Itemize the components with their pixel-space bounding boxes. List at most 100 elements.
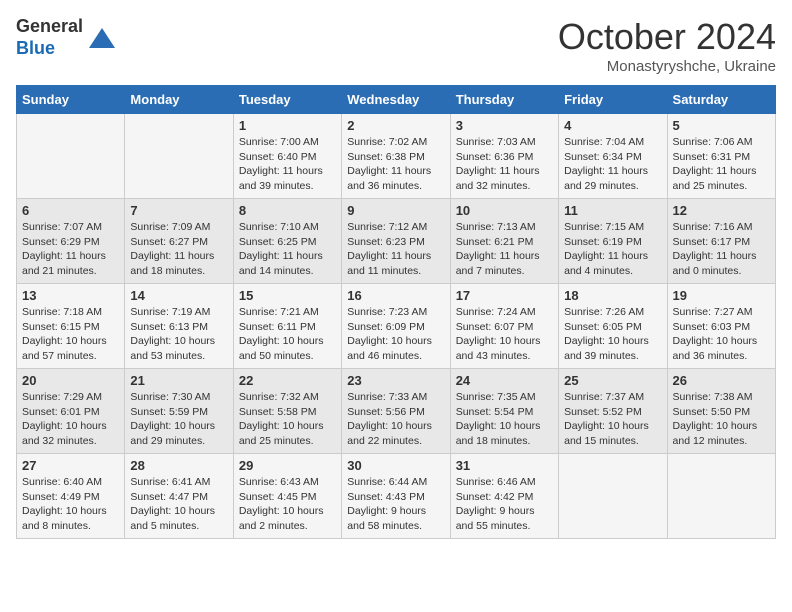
calendar-cell: 14 Sunrise: 7:19 AMSunset: 6:13 PMDayligh… [125, 284, 233, 369]
day-number: 20 [22, 373, 119, 388]
day-header-tuesday: Tuesday [233, 86, 341, 114]
day-info: Sunrise: 7:33 AMSunset: 5:56 PMDaylight:… [347, 390, 444, 449]
calendar-cell: 15 Sunrise: 7:21 AMSunset: 6:11 PMDayligh… [233, 284, 341, 369]
day-number: 1 [239, 118, 336, 133]
calendar-week-1: 1 Sunrise: 7:00 AMSunset: 6:40 PMDaylight… [17, 114, 776, 199]
day-info: Sunrise: 7:03 AMSunset: 6:36 PMDaylight:… [456, 135, 553, 194]
day-info: Sunrise: 7:16 AMSunset: 6:17 PMDaylight:… [673, 220, 770, 279]
calendar-cell: 5 Sunrise: 7:06 AMSunset: 6:31 PMDaylight… [667, 114, 775, 199]
day-number: 2 [347, 118, 444, 133]
day-number: 12 [673, 203, 770, 218]
day-info: Sunrise: 7:12 AMSunset: 6:23 PMDaylight:… [347, 220, 444, 279]
calendar-cell: 28Sunrise: 6:41 AMSunset: 4:47 PMDayligh… [125, 454, 233, 539]
calendar-cell [17, 114, 125, 199]
page-header: General Blue October 2024 Monastyryshche… [16, 16, 776, 75]
day-header-thursday: Thursday [450, 86, 558, 114]
day-info: Sunrise: 7:26 AMSunset: 6:05 PMDaylight:… [564, 305, 661, 364]
day-info: Sunrise: 7:19 AMSunset: 6:13 PMDaylight:… [130, 305, 227, 364]
calendar-cell: 8 Sunrise: 7:10 AMSunset: 6:25 PMDaylight… [233, 199, 341, 284]
day-number: 18 [564, 288, 661, 303]
day-header-saturday: Saturday [667, 86, 775, 114]
day-number: 10 [456, 203, 553, 218]
day-info: Sunrise: 7:06 AMSunset: 6:31 PMDaylight:… [673, 135, 770, 194]
day-number: 13 [22, 288, 119, 303]
day-number: 5 [673, 118, 770, 133]
day-header-monday: Monday [125, 86, 233, 114]
day-number: 24 [456, 373, 553, 388]
day-number: 17 [456, 288, 553, 303]
calendar-cell: 9Sunrise: 7:12 AMSunset: 6:23 PMDaylight… [342, 199, 450, 284]
day-info: Sunrise: 7:07 AMSunset: 6:29 PMDaylight:… [22, 220, 119, 279]
calendar-header-row: SundayMondayTuesdayWednesdayThursdayFrid… [17, 86, 776, 114]
calendar-cell: 20Sunrise: 7:29 AMSunset: 6:01 PMDayligh… [17, 369, 125, 454]
day-number: 30 [347, 458, 444, 473]
calendar-cell: 19 Sunrise: 7:27 AMSunset: 6:03 PMDayligh… [667, 284, 775, 369]
calendar-cell: 24Sunrise: 7:35 AMSunset: 5:54 PMDayligh… [450, 369, 558, 454]
calendar-cell: 4Sunrise: 7:04 AMSunset: 6:34 PMDaylight… [559, 114, 667, 199]
day-number: 8 [239, 203, 336, 218]
day-number: 11 [564, 203, 661, 218]
calendar-cell: 18 Sunrise: 7:26 AMSunset: 6:05 PMDayligh… [559, 284, 667, 369]
day-info: Sunrise: 7:15 AMSunset: 6:19 PMDaylight:… [564, 220, 661, 279]
calendar-cell: 7 Sunrise: 7:09 AMSunset: 6:27 PMDaylight… [125, 199, 233, 284]
logo: General Blue [16, 16, 117, 59]
day-info: Sunrise: 7:00 AMSunset: 6:40 PMDaylight:… [239, 135, 336, 194]
calendar-cell: 6Sunrise: 7:07 AMSunset: 6:29 PMDaylight… [17, 199, 125, 284]
location: Monastyryshche, Ukraine [558, 58, 776, 75]
day-info: Sunrise: 7:10 AMSunset: 6:25 PMDaylight:… [239, 220, 336, 279]
calendar-table: SundayMondayTuesdayWednesdayThursdayFrid… [16, 85, 776, 539]
day-info: Sunrise: 7:24 AMSunset: 6:07 PMDaylight:… [456, 305, 553, 364]
calendar-cell [667, 454, 775, 539]
day-info: Sunrise: 7:27 AMSunset: 6:03 PMDaylight:… [673, 305, 770, 364]
day-info: Sunrise: 7:38 AMSunset: 5:50 PMDaylight:… [673, 390, 770, 449]
calendar-cell: 26 Sunrise: 7:38 AMSunset: 5:50 PMDayligh… [667, 369, 775, 454]
day-info: Sunrise: 7:37 AMSunset: 5:52 PMDaylight:… [564, 390, 661, 449]
calendar-cell: 1 Sunrise: 7:00 AMSunset: 6:40 PMDaylight… [233, 114, 341, 199]
day-number: 14 [130, 288, 227, 303]
day-info: Sunrise: 6:40 AMSunset: 4:49 PMDaylight:… [22, 475, 119, 534]
calendar-cell [125, 114, 233, 199]
calendar-week-2: 6Sunrise: 7:07 AMSunset: 6:29 PMDaylight… [17, 199, 776, 284]
day-number: 19 [673, 288, 770, 303]
calendar-cell [559, 454, 667, 539]
calendar-week-4: 20Sunrise: 7:29 AMSunset: 6:01 PMDayligh… [17, 369, 776, 454]
day-header-friday: Friday [559, 86, 667, 114]
month-title: October 2024 [558, 16, 776, 58]
logo-blue: Blue [16, 38, 55, 58]
day-number: 31 [456, 458, 553, 473]
day-number: 7 [130, 203, 227, 218]
calendar-cell: 11 Sunrise: 7:15 AMSunset: 6:19 PMDayligh… [559, 199, 667, 284]
day-info: Sunrise: 7:02 AMSunset: 6:38 PMDaylight:… [347, 135, 444, 194]
calendar-cell: 10Sunrise: 7:13 AMSunset: 6:21 PMDayligh… [450, 199, 558, 284]
calendar-cell: 13Sunrise: 7:18 AMSunset: 6:15 PMDayligh… [17, 284, 125, 369]
day-header-sunday: Sunday [17, 86, 125, 114]
calendar-week-3: 13Sunrise: 7:18 AMSunset: 6:15 PMDayligh… [17, 284, 776, 369]
title-area: October 2024 Monastyryshche, Ukraine [558, 16, 776, 75]
day-number: 29 [239, 458, 336, 473]
calendar-cell: 31Sunrise: 6:46 AMSunset: 4:42 PMDayligh… [450, 454, 558, 539]
day-number: 23 [347, 373, 444, 388]
day-number: 26 [673, 373, 770, 388]
day-number: 21 [130, 373, 227, 388]
day-info: Sunrise: 7:21 AMSunset: 6:11 PMDaylight:… [239, 305, 336, 364]
day-number: 25 [564, 373, 661, 388]
day-info: Sunrise: 6:43 AMSunset: 4:45 PMDaylight:… [239, 475, 336, 534]
calendar-cell: 2 Sunrise: 7:02 AMSunset: 6:38 PMDaylight… [342, 114, 450, 199]
calendar-cell: 27 Sunrise: 6:40 AMSunset: 4:49 PMDayligh… [17, 454, 125, 539]
day-number: 27 [22, 458, 119, 473]
day-number: 4 [564, 118, 661, 133]
calendar-cell: 17 Sunrise: 7:24 AMSunset: 6:07 PMDayligh… [450, 284, 558, 369]
calendar-cell: 21Sunrise: 7:30 AMSunset: 5:59 PMDayligh… [125, 369, 233, 454]
day-info: Sunrise: 7:32 AMSunset: 5:58 PMDaylight:… [239, 390, 336, 449]
day-info: Sunrise: 7:09 AMSunset: 6:27 PMDaylight:… [130, 220, 227, 279]
day-number: 22 [239, 373, 336, 388]
logo-text: General Blue [16, 16, 83, 59]
day-number: 15 [239, 288, 336, 303]
day-number: 28 [130, 458, 227, 473]
calendar-cell: 29 Sunrise: 6:43 AMSunset: 4:45 PMDayligh… [233, 454, 341, 539]
calendar-cell: 12 Sunrise: 7:16 AMSunset: 6:17 PMDayligh… [667, 199, 775, 284]
day-number: 16 [347, 288, 444, 303]
calendar-cell: 30Sunrise: 6:44 AMSunset: 4:43 PMDayligh… [342, 454, 450, 539]
calendar-week-5: 27 Sunrise: 6:40 AMSunset: 4:49 PMDayligh… [17, 454, 776, 539]
calendar-cell: 23 Sunrise: 7:33 AMSunset: 5:56 PMDayligh… [342, 369, 450, 454]
